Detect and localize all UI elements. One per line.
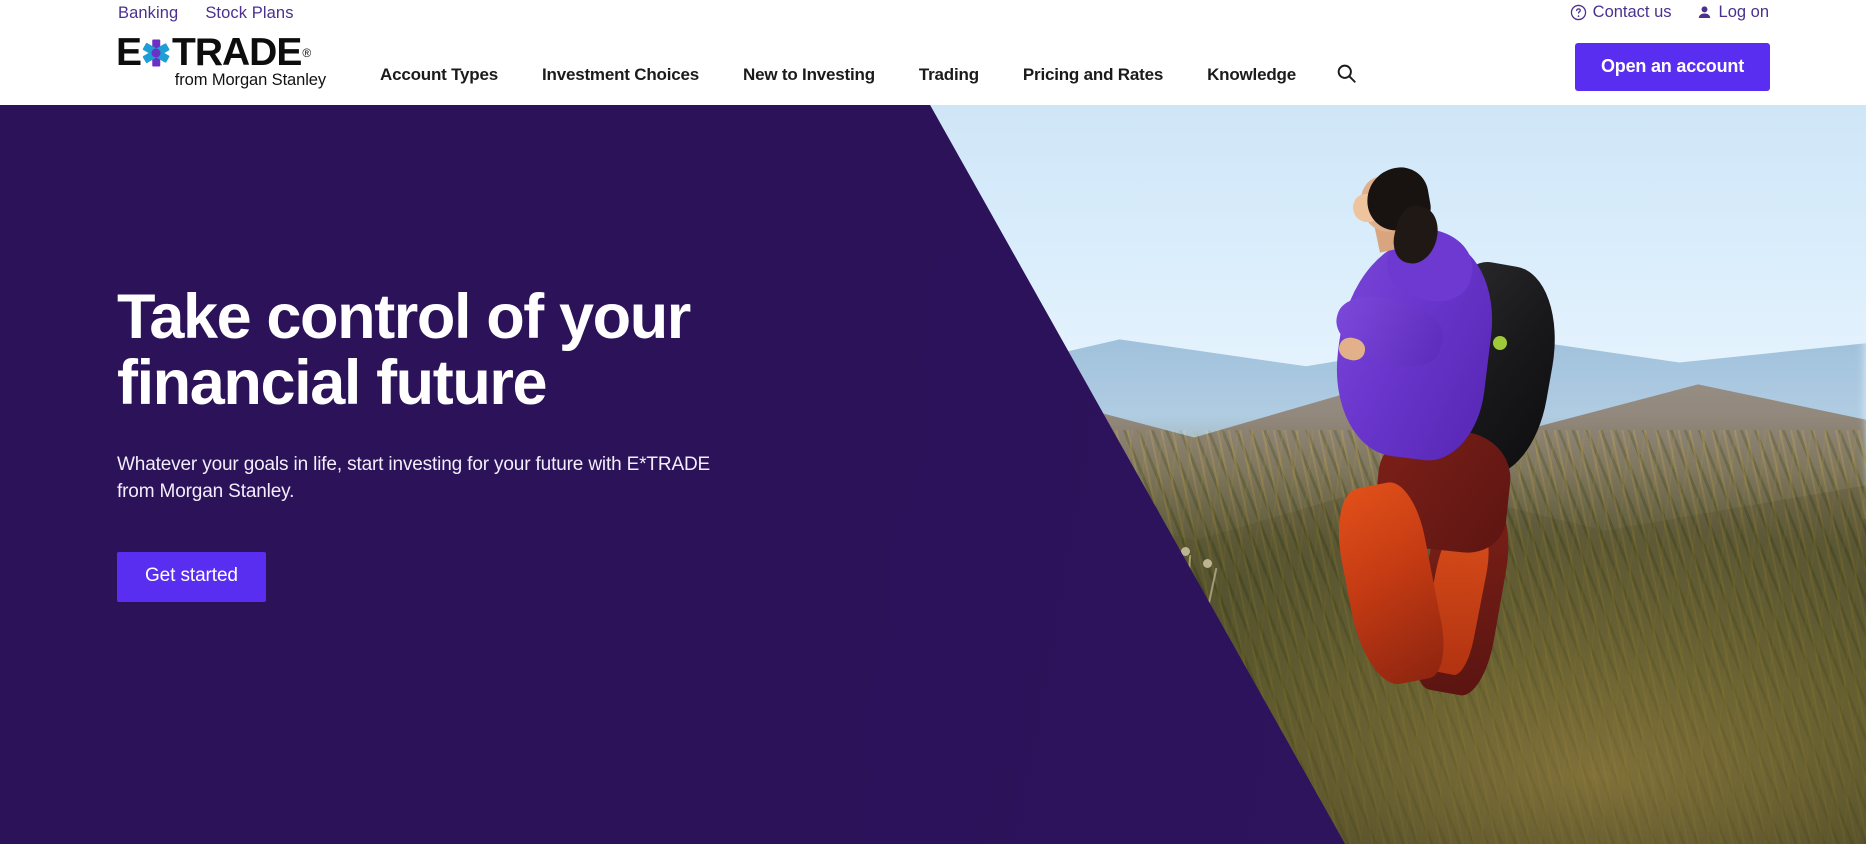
log-on-link[interactable]: Log on bbox=[1696, 3, 1769, 22]
etrade-logo[interactable]: E TRADE ® from Morgan Stanley bbox=[116, 31, 326, 90]
utility-nav-left: Banking Stock Plans bbox=[118, 4, 294, 23]
contact-us-label: Contact us bbox=[1592, 3, 1672, 21]
hero-subtitle: Whatever your goals in life, start inves… bbox=[117, 454, 711, 502]
utility-link-stock-plans[interactable]: Stock Plans bbox=[205, 4, 293, 23]
hero-title-line-1: Take control of your bbox=[117, 282, 691, 352]
hero-title-line-2: financial future bbox=[117, 347, 548, 418]
backpack-clip bbox=[1493, 336, 1507, 350]
person-icon bbox=[1696, 4, 1713, 21]
asterisk-star-icon bbox=[141, 36, 171, 70]
contact-us-link[interactable]: Contact us bbox=[1570, 3, 1672, 22]
utility-link-banking[interactable]: Banking bbox=[118, 4, 178, 23]
logo-wordmark: E TRADE ® bbox=[116, 31, 326, 74]
logo-trademark: ® bbox=[302, 45, 311, 60]
logo-word-trade: TRADE bbox=[172, 31, 302, 74]
site-header: Banking Stock Plans Contact us Log on E … bbox=[0, 0, 1866, 105]
utility-nav-right: Contact us Log on bbox=[1570, 3, 1769, 22]
search-button[interactable] bbox=[1330, 58, 1364, 92]
page-title: Take control of your financial future bbox=[117, 282, 757, 418]
hero-copy: Take control of your financial future Wh… bbox=[117, 282, 757, 602]
nav-item-trading[interactable]: Trading bbox=[919, 65, 979, 85]
nav-item-account-types[interactable]: Account Types bbox=[380, 65, 498, 85]
hiker-figure bbox=[1291, 163, 1569, 700]
search-icon bbox=[1335, 62, 1358, 88]
nav-item-pricing-and-rates[interactable]: Pricing and Rates bbox=[1023, 65, 1163, 85]
logo-letter-e: E bbox=[116, 31, 142, 74]
get-started-button[interactable]: Get started bbox=[117, 551, 266, 602]
main-navigation: Account Types Investment Choices New to … bbox=[380, 58, 1364, 92]
nav-item-knowledge[interactable]: Knowledge bbox=[1207, 65, 1296, 85]
nav-item-new-to-investing[interactable]: New to Investing bbox=[743, 65, 875, 85]
hero-section: Take control of your financial future Wh… bbox=[0, 105, 1866, 844]
nav-item-investment-choices[interactable]: Investment Choices bbox=[542, 65, 699, 85]
question-circle-icon bbox=[1570, 4, 1587, 21]
log-on-label: Log on bbox=[1718, 3, 1769, 21]
open-an-account-button[interactable]: Open an account bbox=[1574, 43, 1770, 91]
